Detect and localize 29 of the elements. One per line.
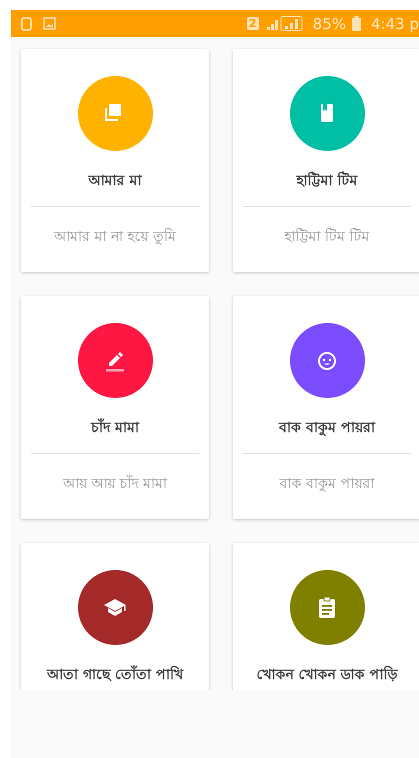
card-title: আতা গাছে তোঁতা পাখি bbox=[47, 664, 183, 685]
card-subtitle: আমার মা না হয়ে তুমি bbox=[54, 227, 176, 247]
graduation-cap-icon bbox=[104, 598, 126, 616]
clock-time: 4:43 p bbox=[371, 14, 419, 32]
card-title: চাঁদ মামা bbox=[91, 417, 139, 438]
image-icon bbox=[43, 17, 56, 30]
rhyme-card[interactable]: হাট্টিমা টিম হাট্টিমা টিম টিম bbox=[233, 49, 419, 272]
rhyme-card[interactable]: আতা গাছে তোঁতা পাখি bbox=[21, 543, 209, 690]
clipboard-icon bbox=[319, 596, 335, 618]
card-title: আমার মা bbox=[88, 172, 142, 191]
card-subtitle: হাট্টিমা টিম টিম bbox=[284, 226, 370, 247]
battery-percent: 85% bbox=[312, 14, 346, 32]
rhyme-card[interactable]: খোকন খোকন ডাক পাড়ি bbox=[233, 543, 419, 690]
phone-icon bbox=[21, 16, 33, 30]
card-title: খোকন খোকন ডাক পাড়ি bbox=[256, 664, 398, 685]
card-title: হাট্টিমা টিম bbox=[296, 170, 358, 191]
rhyme-card[interactable]: বাক বাকুম পায়রা বাক বাকুম পায়রা bbox=[233, 296, 419, 519]
card-subtitle: আয় আয় চাঁদ মামা bbox=[62, 474, 168, 494]
baby-face-icon bbox=[318, 352, 336, 370]
signal-icon bbox=[266, 16, 303, 31]
pencil-icon bbox=[106, 352, 124, 371]
sim-slot-badge: 2 bbox=[246, 17, 259, 30]
rhyme-card[interactable]: চাঁদ মামা আয় আয় চাঁদ মামা bbox=[21, 296, 209, 519]
photo-library-icon bbox=[105, 104, 121, 120]
card-title: বাক বাকুম পায়রা bbox=[279, 419, 375, 438]
battery-icon bbox=[352, 16, 362, 31]
rhyme-card[interactable]: আমার মা আমার মা না হয়ে তুমি bbox=[21, 49, 209, 272]
book-icon bbox=[321, 104, 333, 122]
card-subtitle: বাক বাকুম পায়রা bbox=[280, 475, 374, 494]
